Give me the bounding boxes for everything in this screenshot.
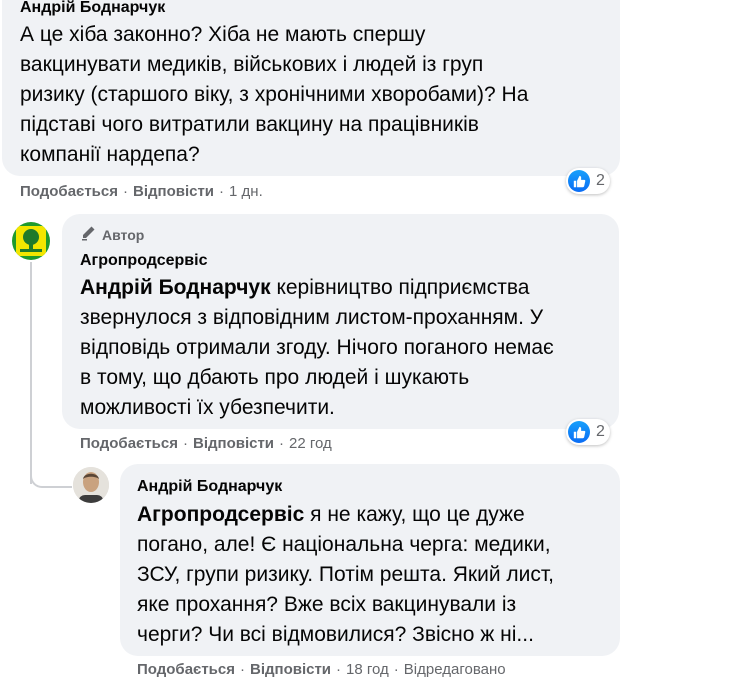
- author-badge-label: Автор: [102, 226, 145, 243]
- reply-button[interactable]: Відповісти: [193, 435, 274, 452]
- comment-line: яке прохання? Вже всіх вакцинували із: [137, 593, 517, 616]
- comment-author-2[interactable]: Агропродсервіс: [80, 251, 207, 271]
- comment-author-1[interactable]: Андрій Боднарчук: [20, 0, 165, 18]
- comment-text-3: Агропродсервіс я не кажу, що це дуже пог…: [137, 500, 554, 650]
- reply-button[interactable]: Відповісти: [250, 661, 331, 678]
- reaction-count: 2: [596, 423, 605, 440]
- like-icon: [568, 170, 590, 192]
- author-badge: Автор: [80, 225, 144, 244]
- comment-line: Агропродсервіс я не кажу, що це дуже: [137, 500, 554, 530]
- comment-line: погано, але! Є національна черга: медики…: [137, 533, 551, 556]
- reactions-badge-1[interactable]: 2: [566, 168, 610, 194]
- like-icon: [568, 421, 590, 443]
- comment-actions-2: Подобається · Відповісти · 22 год: [80, 435, 332, 452]
- thread-line-curve: [30, 466, 72, 488]
- timestamp[interactable]: 1 дн.: [229, 183, 263, 200]
- comment-line: ЗСУ, групи ризику. Потім решта. Який лис…: [137, 563, 554, 586]
- comment-line: А це хіба законно? Хіба не мають спершу: [20, 23, 426, 46]
- mention-link[interactable]: Андрій Боднарчук: [80, 276, 271, 299]
- pencil-icon: [80, 225, 96, 244]
- comment-line: ризику (старшого віку, з хронічними хвор…: [20, 83, 529, 106]
- comment-line: звернулося з відповідним листом-прохання…: [80, 306, 544, 329]
- comment-line: можливості їх убезпечити.: [80, 396, 335, 419]
- avatar-agroprodservis[interactable]: [12, 222, 50, 260]
- comment-line: підставі чого витратили вакцину на праці…: [20, 113, 479, 136]
- comment-text-2: Андрій Боднарчук керівництво підприємств…: [80, 273, 554, 423]
- comment-line-rest: керівництво підприємства: [270, 276, 530, 299]
- like-button[interactable]: Подобається: [80, 435, 178, 452]
- comment-line-rest: я не кажу, що це дуже: [304, 503, 525, 526]
- reply-button[interactable]: Відповісти: [133, 183, 214, 200]
- comment-line: компанії нардепа?: [20, 143, 200, 166]
- comment-author-3[interactable]: Андрій Боднарчук: [137, 477, 282, 497]
- reactions-badge-2[interactable]: 2: [566, 419, 610, 445]
- comment-actions-1: Подобається · Відповісти · 1 дн.: [20, 183, 263, 200]
- like-button[interactable]: Подобається: [137, 661, 235, 678]
- like-button[interactable]: Подобається: [20, 183, 118, 200]
- comment-line: відповідь отримали згоду. Нічого поганог…: [80, 336, 554, 359]
- edited-label[interactable]: Відредаговано: [404, 661, 506, 678]
- timestamp[interactable]: 22 год: [289, 435, 332, 452]
- comment-line: Андрій Боднарчук керівництво підприємств…: [80, 273, 554, 303]
- comment-line: черги? Чи всі відмовилися? Звісно ж ні..…: [137, 623, 534, 646]
- mention-link[interactable]: Агропродсервіс: [137, 503, 304, 526]
- comment-actions-3: Подобається · Відповісти · 18 год · Відредагов…: [137, 661, 506, 678]
- timestamp[interactable]: 18 год: [346, 661, 389, 678]
- thread-line: [30, 262, 32, 484]
- comment-line: вакцинувати медиків, військових і людей …: [20, 53, 484, 76]
- reaction-count: 2: [596, 172, 605, 189]
- comment-text-1: А це хіба законно? Хіба не мають спершу …: [20, 20, 528, 170]
- comment-line: в тому, що дбають про людей і шукають: [80, 366, 470, 389]
- avatar-andrii[interactable]: [73, 467, 109, 503]
